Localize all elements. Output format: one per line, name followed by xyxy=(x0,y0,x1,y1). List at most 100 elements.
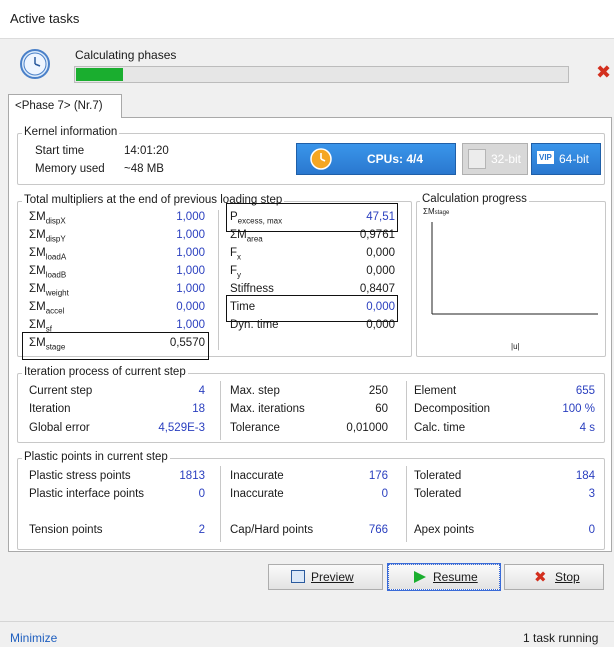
minimize-link[interactable]: Minimize xyxy=(10,631,57,645)
multiplier-label: F xyxy=(230,247,238,259)
plastic-label: Inaccurate xyxy=(230,470,284,482)
highlight-p-excess xyxy=(226,203,398,232)
iteration-value: 18 xyxy=(192,403,205,415)
task-status-text: Calculating phases xyxy=(75,48,177,62)
chart-y-label: ΣMstage xyxy=(423,207,450,216)
plastic-value: 0 xyxy=(381,488,388,500)
64-bit-button[interactable]: VIP 64-bit xyxy=(531,143,601,175)
cancel-task-icon[interactable]: ✖ xyxy=(596,62,611,83)
plastic-value: 3 xyxy=(588,488,595,500)
multiplier-subscript: accel xyxy=(45,306,65,316)
cpus-label: CPUs: 4/4 xyxy=(367,152,424,166)
multiplier-label: ΣM xyxy=(29,319,46,331)
resume-button[interactable]: Resume xyxy=(387,563,501,591)
multiplier-label: ΣM xyxy=(29,247,46,259)
multiplier-label: ΣM xyxy=(29,265,46,277)
multiplier-label: ΣM xyxy=(29,229,46,241)
multiplier-subscript: dispY xyxy=(45,234,66,244)
multiplier-row: ΣMweight 1,000 xyxy=(29,283,205,297)
tasks-running-text: 1 task running xyxy=(523,631,599,645)
stopwatch-icon xyxy=(309,147,333,174)
vip-badge-icon: VIP xyxy=(537,151,554,164)
iteration-label: Element xyxy=(414,385,457,397)
stop-x-icon: ✖ xyxy=(534,569,547,586)
column-divider xyxy=(406,381,407,440)
plastic-title: Plastic points in current step xyxy=(22,451,170,463)
plastic-label: Inaccurate xyxy=(230,488,284,500)
plastic-label: Plastic stress points xyxy=(29,470,131,482)
plastic-value: 184 xyxy=(575,470,595,482)
multiplier-subscript: area xyxy=(246,234,263,244)
start-time-value: 14:01:20 xyxy=(124,145,169,157)
multiplier-row: ΣMdispY 1,000 xyxy=(29,229,205,243)
multiplier-row: ΣMaccel 0,000 xyxy=(29,301,205,315)
multiplier-value: 1,000 xyxy=(176,265,205,277)
multiplier-label: Stiffness xyxy=(230,283,274,295)
iteration-label: Current step xyxy=(29,385,93,397)
iteration-value: 4 xyxy=(198,385,205,397)
play-icon xyxy=(414,571,426,583)
plastic-value: 0 xyxy=(588,524,595,536)
multiplier-row: Fy 0,000 xyxy=(230,265,395,279)
plastic-value: 0 xyxy=(198,488,205,500)
multiplier-value: 0,8407 xyxy=(359,283,395,295)
plastic-label: Tolerated xyxy=(414,470,462,482)
plastic-label: Apex points xyxy=(414,524,475,536)
multiplier-row: ΣMloadA 1,000 xyxy=(29,247,205,261)
plastic-value: 176 xyxy=(368,470,388,482)
plastic-value: 2 xyxy=(198,524,205,536)
stop-button[interactable]: ✖ Stop xyxy=(504,564,604,590)
32-bit-button[interactable]: 32-bit xyxy=(462,143,528,175)
cpus-button[interactable]: CPUs: 4/4 xyxy=(296,143,456,175)
iteration-title: Iteration process of current step xyxy=(22,366,188,378)
multiplier-label: ΣM xyxy=(29,301,46,313)
multiplier-subscript: x xyxy=(237,252,242,262)
column-divider xyxy=(406,466,407,542)
title-bar xyxy=(0,0,614,38)
divider xyxy=(218,210,219,350)
multiplier-row: Fx 0,000 xyxy=(230,247,395,261)
multiplier-subscript: y xyxy=(237,270,242,280)
multiplier-label: F xyxy=(230,265,238,277)
task-progress-fill xyxy=(76,68,123,81)
column-divider xyxy=(220,381,221,440)
multiplier-value: 1,000 xyxy=(176,229,205,241)
multiplier-subscript: weight xyxy=(45,288,69,298)
64-bit-label: 64-bit xyxy=(559,152,590,166)
clock-icon xyxy=(20,49,50,79)
iteration-value: 250 xyxy=(368,385,388,397)
kernel-info-title: Kernel information xyxy=(22,126,120,138)
iteration-value: 60 xyxy=(375,403,388,415)
iteration-label: Max. iterations xyxy=(230,403,305,415)
preview-icon xyxy=(291,570,305,583)
plastic-value: 1813 xyxy=(179,470,205,482)
plastic-label: Cap/Hard points xyxy=(230,524,314,536)
window-title: Active tasks xyxy=(10,11,80,26)
multiplier-subscript: dispX xyxy=(45,216,66,226)
iteration-value: 100 % xyxy=(562,403,595,415)
plastic-label: Tension points xyxy=(29,524,103,536)
plastic-label: Plastic interface points xyxy=(29,488,145,500)
preview-button[interactable]: Preview xyxy=(268,564,383,590)
calc-progress-chart xyxy=(431,222,598,315)
task-progress-bar xyxy=(74,66,569,83)
checkbox-icon xyxy=(468,149,486,169)
iteration-value: 4,529E-3 xyxy=(158,422,205,434)
iteration-label: Calc. time xyxy=(414,422,466,434)
multiplier-row: ΣMdispX 1,000 xyxy=(29,211,205,225)
tab-phase-7[interactable]: <Phase 7> (Nr.7) xyxy=(8,94,122,118)
start-time-label: Start time xyxy=(35,145,85,157)
iteration-label: Decomposition xyxy=(414,403,491,415)
iteration-value: 655 xyxy=(575,385,595,397)
multiplier-subscript: loadA xyxy=(45,252,67,262)
iteration-label: Global error xyxy=(29,422,90,434)
plastic-label: Tolerated xyxy=(414,488,462,500)
iteration-label: Iteration xyxy=(29,403,71,415)
32-bit-label: 32-bit xyxy=(491,152,522,166)
memory-used-value: ~48 MB xyxy=(124,163,164,175)
iteration-label: Max. step xyxy=(230,385,280,397)
iteration-value: 4 s xyxy=(579,422,595,434)
memory-used-label: Memory used xyxy=(35,163,105,175)
multiplier-value: 0,000 xyxy=(366,265,395,277)
multiplier-value: 0,000 xyxy=(176,301,205,313)
